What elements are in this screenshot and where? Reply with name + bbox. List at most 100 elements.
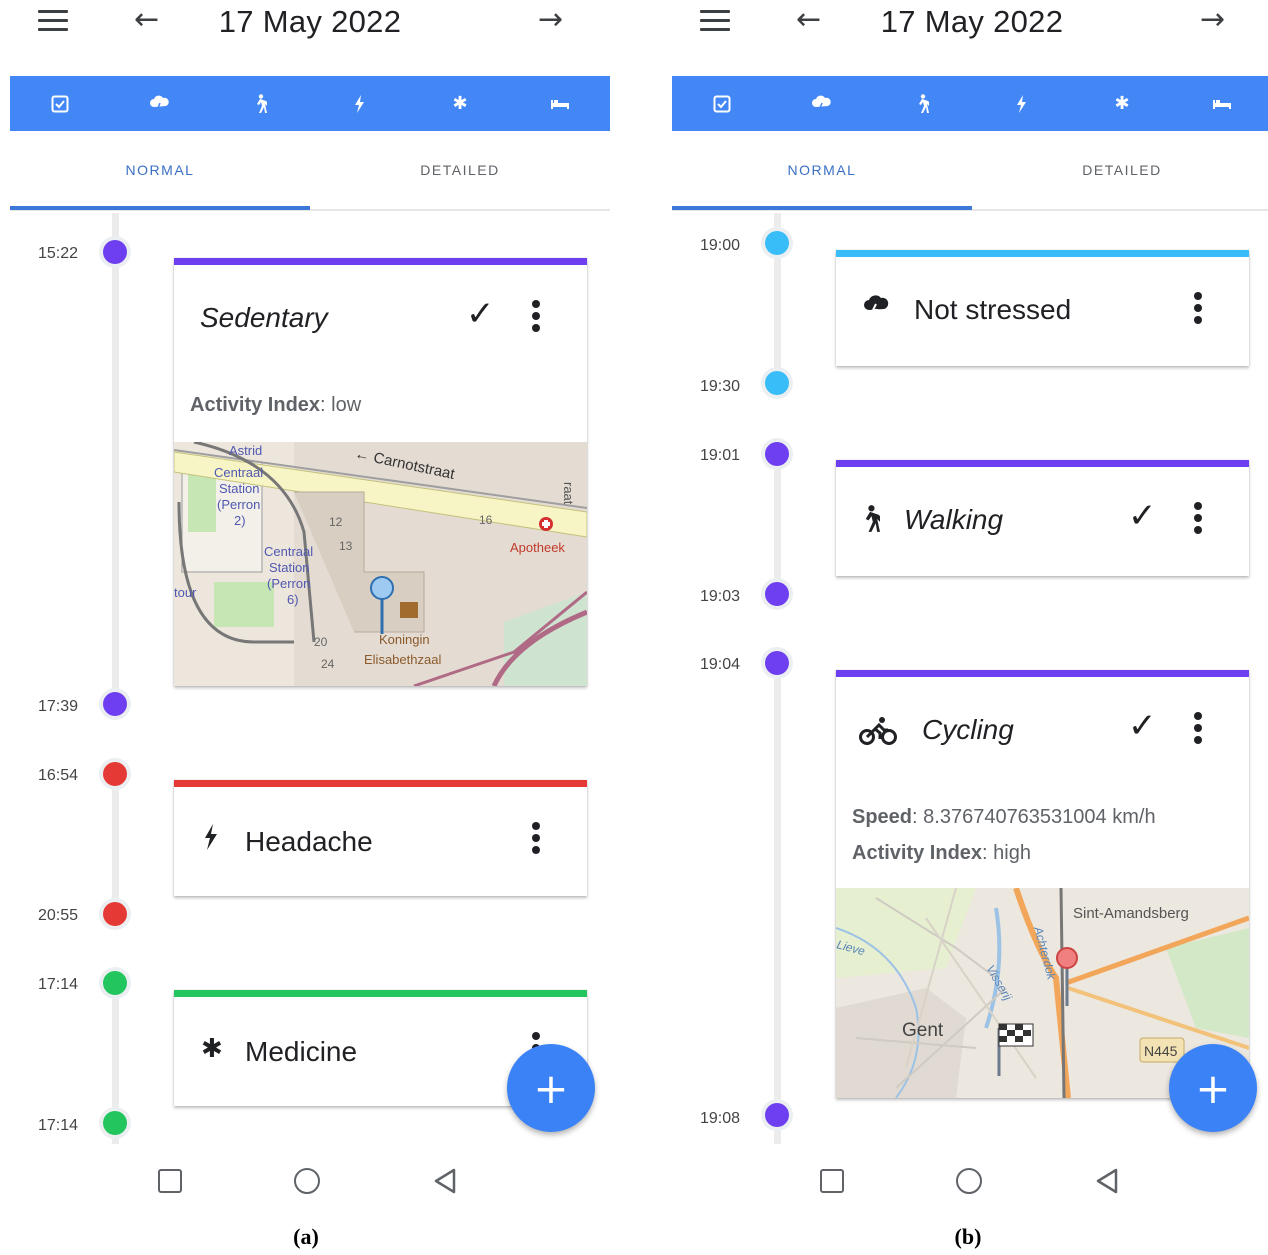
more-options-icon[interactable] bbox=[1194, 292, 1202, 328]
walking-card[interactable]: Walking ✓ bbox=[836, 460, 1249, 576]
checkmark-icon[interactable]: ✓ bbox=[466, 294, 495, 334]
home-nav-icon[interactable] bbox=[956, 1168, 982, 1194]
add-entry-fab[interactable]: + bbox=[507, 1044, 595, 1132]
svg-text:Apotheek: Apotheek bbox=[510, 540, 565, 555]
svg-text:(Perron: (Perron bbox=[267, 576, 310, 591]
svg-text:20: 20 bbox=[314, 635, 328, 649]
card-color-stripe bbox=[174, 780, 587, 787]
panel-caption-b: (b) bbox=[954, 1224, 982, 1249]
bolt-icon[interactable] bbox=[972, 76, 1072, 131]
timeline-time: 15:22 bbox=[38, 245, 79, 262]
system-nav-bar bbox=[672, 1150, 1268, 1210]
card-color-stripe bbox=[174, 258, 587, 265]
timeline-dot bbox=[761, 367, 793, 399]
screen-b: ← 17 May 2022 → ✱ NORMAL DETAILED 19:00 … bbox=[672, 0, 1268, 1255]
active-tab-indicator bbox=[672, 206, 972, 210]
svg-text:Station: Station bbox=[269, 560, 309, 575]
more-options-icon[interactable] bbox=[532, 822, 540, 858]
timeline-dot bbox=[761, 1099, 793, 1131]
svg-text:6): 6) bbox=[287, 592, 299, 607]
back-nav-icon[interactable] bbox=[1094, 1167, 1120, 1200]
next-day-arrow-icon[interactable]: → bbox=[538, 3, 563, 37]
recents-nav-icon[interactable] bbox=[158, 1169, 182, 1193]
tab-detailed[interactable]: DETAILED bbox=[972, 131, 1268, 209]
tab-detailed[interactable]: DETAILED bbox=[310, 131, 610, 209]
date-title: 17 May 2022 bbox=[880, 4, 1064, 39]
timeline-dot bbox=[761, 578, 793, 610]
svg-text:Gent: Gent bbox=[902, 1020, 944, 1041]
bolt-icon[interactable] bbox=[310, 76, 410, 131]
active-tab-indicator bbox=[10, 206, 310, 210]
asterisk-icon[interactable]: ✱ bbox=[410, 76, 510, 131]
more-options-icon[interactable] bbox=[532, 300, 540, 336]
home-nav-icon[interactable] bbox=[294, 1168, 320, 1194]
svg-text:N445: N445 bbox=[1144, 1043, 1178, 1059]
checkbox-icon[interactable] bbox=[10, 76, 110, 131]
card-color-stripe bbox=[836, 670, 1249, 677]
card-color-stripe bbox=[836, 250, 1249, 257]
screen-a: ← 17 May 2022 → ✱ NORMAL DETAILED 15:22 … bbox=[10, 0, 610, 1255]
timeline-time: 17:14 bbox=[38, 1117, 79, 1134]
stress-icon bbox=[862, 294, 890, 325]
headache-card[interactable]: Headache bbox=[174, 780, 587, 896]
checkmark-icon[interactable]: ✓ bbox=[1128, 496, 1157, 536]
timeline-time: 17:14 bbox=[38, 976, 79, 993]
category-bar: ✱ bbox=[672, 76, 1268, 131]
card-title: Walking bbox=[904, 504, 1004, 535]
recents-nav-icon[interactable] bbox=[820, 1169, 844, 1193]
walking-icon[interactable] bbox=[872, 76, 972, 131]
location-map[interactable]: ← Carnotstraat Astrid Centraal Station (… bbox=[174, 442, 587, 686]
cycling-card[interactable]: Cycling ✓ Speed: 8.376740763531004 km/h … bbox=[836, 670, 1249, 1098]
svg-text:16: 16 bbox=[479, 513, 493, 527]
timeline-dot bbox=[761, 647, 793, 679]
top-app-bar: ← 17 May 2022 → bbox=[10, 0, 610, 60]
card-color-stripe bbox=[836, 460, 1249, 467]
timeline-dot bbox=[99, 967, 131, 999]
next-day-arrow-icon[interactable]: → bbox=[1200, 3, 1225, 37]
svg-text:12: 12 bbox=[329, 515, 343, 529]
timeline-dot bbox=[99, 898, 131, 930]
checkbox-icon[interactable] bbox=[672, 76, 772, 131]
svg-text:(Perron: (Perron bbox=[217, 497, 260, 512]
system-nav-bar bbox=[10, 1150, 610, 1210]
card-color-stripe bbox=[174, 990, 587, 997]
asterisk-icon[interactable]: ✱ bbox=[1072, 76, 1172, 131]
timeline-dot bbox=[99, 1107, 131, 1139]
card-title: Medicine bbox=[245, 1036, 358, 1067]
timeline-line bbox=[112, 775, 119, 915]
walking-icon[interactable] bbox=[210, 76, 310, 131]
tab-normal[interactable]: NORMAL bbox=[10, 131, 310, 209]
view-tabs: NORMAL DETAILED bbox=[10, 131, 610, 211]
tab-normal[interactable]: NORMAL bbox=[672, 131, 972, 209]
category-bar: ✱ bbox=[10, 76, 610, 131]
timeline-dot bbox=[761, 227, 793, 259]
timeline-line bbox=[774, 244, 781, 384]
bed-icon[interactable] bbox=[510, 76, 610, 131]
more-options-icon[interactable] bbox=[1194, 502, 1202, 538]
checkmark-icon[interactable]: ✓ bbox=[1128, 706, 1157, 746]
bed-icon[interactable] bbox=[1172, 76, 1268, 131]
panel-caption-a: (a) bbox=[293, 1224, 319, 1249]
svg-text:Koningin: Koningin bbox=[379, 632, 430, 647]
bolt-icon bbox=[204, 824, 218, 857]
timeline-time: 17:39 bbox=[38, 698, 79, 715]
stress-icon[interactable] bbox=[772, 76, 872, 131]
asterisk-icon: ✱ bbox=[201, 1034, 223, 1064]
timeline-time: 19:04 bbox=[700, 656, 741, 673]
stress-icon[interactable] bbox=[110, 76, 210, 131]
add-entry-fab[interactable]: + bbox=[1169, 1044, 1257, 1132]
svg-text:Centraal: Centraal bbox=[264, 544, 313, 559]
stress-card[interactable]: Not stressed bbox=[836, 250, 1249, 366]
svg-text:Centraal: Centraal bbox=[214, 465, 263, 480]
back-nav-icon[interactable] bbox=[432, 1167, 458, 1200]
more-options-icon[interactable] bbox=[1194, 712, 1202, 748]
card-property: Speed: 8.376740763531004 km/h bbox=[852, 806, 1156, 828]
bicycle-icon bbox=[858, 716, 898, 753]
sedentary-card[interactable]: Sedentary ✓ Activity Index: low ← Carnot… bbox=[174, 258, 587, 686]
svg-text:Astrid: Astrid bbox=[229, 443, 262, 458]
card-title: Not stressed bbox=[914, 294, 1072, 325]
timeline-time: 19:03 bbox=[700, 588, 741, 605]
svg-text:24: 24 bbox=[321, 657, 335, 671]
timeline-dot bbox=[761, 438, 793, 470]
timeline-time: 19:00 bbox=[700, 237, 741, 254]
